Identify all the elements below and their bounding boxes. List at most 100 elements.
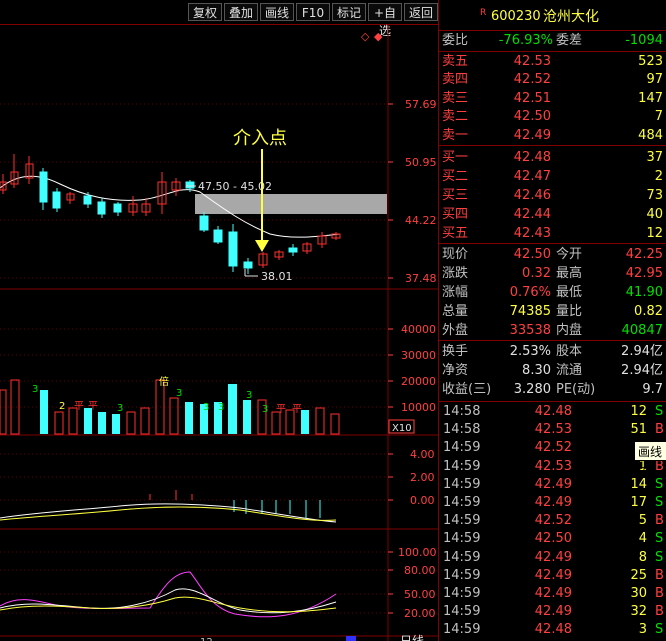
scroll-indicator[interactable] [346,636,356,641]
volume-mark: 2 [59,401,65,412]
bid-label: 买二 [442,169,469,184]
tick-row[interactable]: 14:59 42.49 17 S [442,494,666,512]
volume-mark: 3 [246,390,252,401]
tick-row[interactable]: 14:59 42.49 25 B [442,567,666,585]
ask-row: 卖五 42.53 523 [439,53,666,71]
quote-value: 42.25 [625,247,663,262]
volume-axis-label: 10000 [401,401,436,414]
bid-label: 买五 [442,226,469,241]
quote-value: 0.76% [509,285,551,300]
tick-price: 42.53 [534,422,572,438]
quote-label: 最高 [556,266,583,281]
ask-volume: 97 [646,72,663,88]
stat-value: 2.94亿 [621,344,663,359]
quote-panel: R 600230 沧州大化 委比 -76.93% 委差 -1094 卖五 42.5… [438,0,666,641]
period-tab[interactable]: 日线 [400,634,424,641]
tick-side: S [655,622,664,638]
tick-row[interactable]: 14:59 42.49 14 S [442,476,666,494]
tick-time: 14:59 [443,531,481,547]
diamond-icon[interactable]: ◇ [361,30,370,43]
weicha-value: -1094 [625,33,663,48]
tick-volume: 3 [638,622,647,638]
weibi-label: 委比 [442,33,469,48]
quote-row: 涨幅 0.76% 最低 41.90 [439,284,666,302]
tick-time: 14:59 [443,567,481,583]
stock-terminal: 复权 叠加 画线 F10 标记 +自选 返回 ◇ ◆ 47.50 - 45.02… [0,0,666,641]
tooltip: 画线工 [634,441,666,479]
volume-axis-label: 30000 [401,349,436,362]
macd-dif-line [0,503,337,523]
draw-line-button[interactable]: 画线 [260,3,294,21]
ask-row: 卖二 42.50 7 [439,108,666,126]
tick-row[interactable]: 14:59 42.50 4 S [442,530,666,548]
bid-row: 买一 42.48 37 [439,149,666,167]
ask-volume: 523 [638,54,663,69]
volume-mark: 3 [203,402,209,413]
tick-price: 42.52 [534,440,572,456]
volume-mark: 平 [88,401,98,412]
volume-mark: 3 [218,402,224,413]
volume-mark: 3 [262,404,268,415]
tick-row[interactable]: 14:59 42.49 30 B [442,585,666,603]
stat-row: 净资 8.30 流通 2.94亿 [439,362,666,380]
tick-row[interactable]: 14:58 42.48 12 S [442,403,666,421]
quote-label: 内盘 [556,323,583,338]
restore-rights-button[interactable]: 复权 [188,3,222,21]
ask-label: 卖一 [442,127,469,143]
diamond-filled-icon[interactable]: ◆ [374,30,383,43]
tick-row[interactable]: 14:59 42.49 32 B [442,603,666,621]
tick-volume: 12 [630,404,647,419]
ask-label: 卖二 [442,109,469,125]
kdj-axis-label: 100.00 [398,546,437,559]
macd-dea-line [0,506,337,521]
tick-price: 42.52 [534,513,572,529]
overlay-button[interactable]: 叠加 [224,3,258,21]
tick-row[interactable]: 14:59 42.52 5 B [442,512,666,530]
tick-side: B [655,422,664,438]
volume-mark: 倍 [159,375,169,388]
ask-label: 卖五 [442,54,469,69]
bid-price: 42.43 [513,226,551,241]
stat-label: 净资 [442,363,469,378]
quote-row: 外盘 33538 内盘 40847 [439,322,666,340]
quote-label: 现价 [442,247,469,262]
tick-row[interactable]: 14:59 42.48 3 S [442,621,666,639]
tick-row[interactable]: 14:58 42.53 51 B [442,421,666,439]
mark-button[interactable]: 标记 [332,3,366,21]
quote-value: 0.32 [522,266,551,281]
add-watchlist-button[interactable]: +自选 [368,3,402,38]
ask-label: 卖三 [442,90,469,106]
bid-row: 买二 42.47 2 [439,168,666,186]
quote-value: 33538 [509,323,551,338]
quote-value: 42.50 [513,247,551,262]
tick-volume: 4 [638,531,647,547]
bid-row: 买三 42.46 73 [439,187,666,205]
quote-row: 涨跌 0.32 最高 42.95 [439,265,666,283]
tick-volume: 51 [630,422,647,438]
tick-volume: 17 [630,495,647,510]
back-button[interactable]: 返回 [404,3,438,21]
ask-volume: 147 [638,90,663,106]
bid-volume: 2 [654,169,663,184]
stat-label: PE(动) [556,382,596,397]
tick-row[interactable]: 14:59 42.49 8 S [442,549,666,567]
stat-value: 8.30 [522,363,551,378]
ask-price: 42.52 [513,72,551,88]
tick-price: 42.49 [534,586,572,601]
stat-row: 换手 2.53% 股本 2.94亿 [439,343,666,361]
quote-value: 74385 [509,304,551,319]
tick-price: 42.48 [534,622,572,638]
bid-volume: 37 [646,150,663,165]
tick-side: S [655,404,664,419]
tick-row[interactable]: 14:5942.521 [442,439,666,457]
price-axis-label: 57.69 [405,98,437,111]
stock-header: R 600230 沧州大化 [439,6,666,28]
f10-button[interactable]: F10 [296,3,330,21]
candlestick-chart[interactable]: ◇ ◆ 47.50 - 45.02 38.01 介入点 57.69 50.95 … [0,24,438,641]
stock-flag: R [480,8,487,18]
quote-value: 40847 [621,323,663,338]
tick-row[interactable]: 14:5942.531B [442,458,666,476]
ask-volume: 484 [638,127,663,143]
arrow-head-icon [255,240,269,252]
ask-price: 42.50 [513,109,551,125]
